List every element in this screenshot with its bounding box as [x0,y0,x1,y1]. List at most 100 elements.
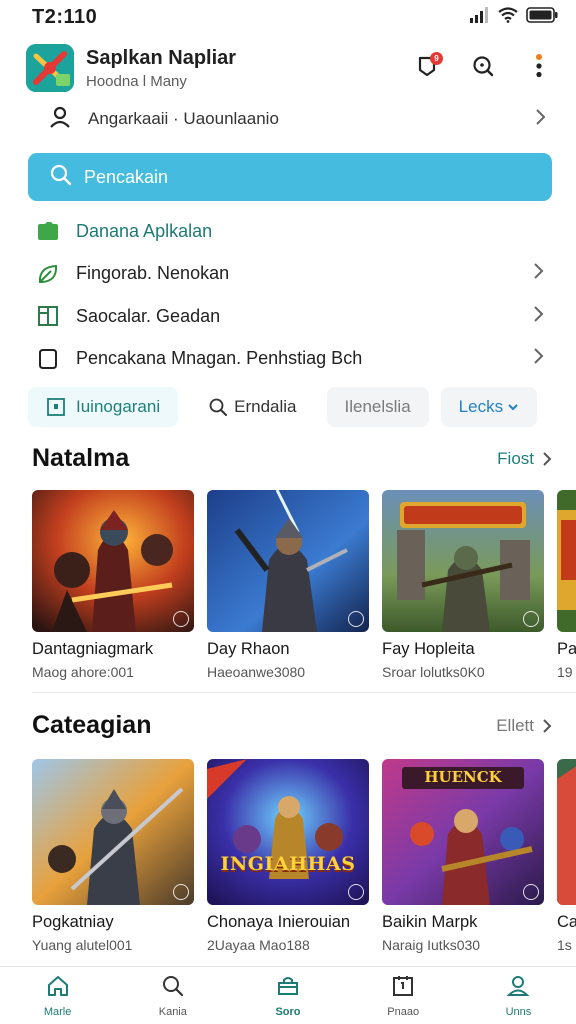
game-card[interactable]: Pogkatniay Yuang alutel001 [32,759,194,953]
card-title: Ca [557,913,576,931]
game-card[interactable]: Dantagniagmark Maog ahore:001 [32,490,194,680]
nav-label: Pnaao [387,1005,420,1018]
search-bar[interactable] [28,153,552,201]
game-card[interactable]: Day Rhaon Haeoanwe3080 [207,490,369,680]
bottom-navigation: Marle Kania Soro Pnaao Unns [0,966,576,1024]
folder-icon [36,219,60,243]
card-title: Pogkatniay [32,913,114,931]
game-card[interactable]: Fay Hopleita Sroar lolutks0K0 [382,490,544,680]
chevron-right-icon [543,718,552,733]
card-row-cateagian: Pogkatniay Yuang alutel001 INGIAHHAS Cho… [32,759,576,953]
chip-lecks[interactable]: Lecks [440,387,538,427]
menu-item-label: Saocalar. Geadan [76,305,221,326]
card-subtitle: Sroar lolutks0K0 [382,664,485,680]
thumbnail-badge [348,611,364,627]
nav-item-store[interactable]: Soro [230,967,345,1024]
account-row[interactable]: Angarkaaii · Uaounlaanio [0,98,576,140]
card-subtitle: Yuang alutel001 [32,937,133,953]
card-title: Chonaya Inierouian [207,913,351,931]
card-title: Dantagniagmark [32,640,154,658]
profile-icon [506,974,530,1003]
header-actions: 9 [412,52,554,83]
menu-item-saocalar[interactable]: Saocalar. Geadan [0,295,576,338]
chip-label: Ilenelslia [344,397,411,416]
nav-item-library[interactable]: Pnaao [346,967,461,1024]
account-label: Angarkaaii · Uaounlaanio [88,109,279,128]
app-header: Saplkan Napliar Hoodna l Many 9 [0,38,576,98]
game-card[interactable]: HUENCK Baikin Marpk Naraig Iutks030 [382,759,544,953]
game-thumbnail [32,490,194,632]
chip-erndalia[interactable]: Erndalia [190,387,314,427]
nav-label: Marle [43,1005,72,1018]
chip-iuinogarani[interactable]: Iuinogarani [28,387,179,427]
chevron-right-icon [532,262,544,285]
status-time: T2:110 [32,5,98,28]
leaf-icon [36,262,60,286]
game-thumbnail [382,490,544,632]
thumbnail-badge [348,884,364,900]
thumbnail-title-text: INGIAHHAS [220,853,356,875]
menu-list: Danana Aplkalan Fingorab. Nenokan Saocal… [0,210,576,380]
card-subtitle: Haeoanwe3080 [207,664,306,680]
menu-item-fingorab[interactable]: Fingorab. Nenokan [0,253,576,296]
notification-badge: 9 [430,52,443,65]
thumbnail-badge [523,884,539,900]
thumbnail-title-text: HUENCK [424,768,502,786]
app-logo [26,44,74,92]
menu-item-pencakana[interactable]: Pencakana Mnagan. Penhstiag Bch [0,338,576,381]
nav-item-home[interactable]: Marle [0,967,115,1024]
menu-item-label: Fingorab. Nenokan [76,263,230,284]
game-card[interactable]: Ca 1s [557,759,576,953]
thumbnail-badge [173,884,189,900]
menu-item-apps[interactable]: Danana Aplkalan [0,210,576,253]
home-icon [46,974,70,1003]
wifi-icon [498,6,518,28]
book-icon [36,304,60,328]
nav-label: Soro [275,1005,301,1018]
card-title: Fay Hopleita [382,640,475,658]
thumbnail-badge [523,611,539,627]
filter-chip-row: Iuinogarani Erndalia Ilenelslia Lecks [28,386,576,428]
game-thumbnail [207,490,369,632]
nav-item-profile[interactable]: Unns [461,967,576,1024]
menu-item-label: Pencakana Mnagan. Penhstiag Bch [76,348,363,369]
chip-label: Erndalia [234,397,297,416]
card-subtitle: 1s [557,937,572,953]
section-title: Cateagian [32,711,152,739]
notifications-button[interactable]: 9 [412,52,443,83]
chip-label: Lecks [458,397,504,416]
section-link-label: Ellett [496,715,534,735]
nav-item-search[interactable]: Kania [115,967,230,1024]
card-subtitle: Maog ahore:001 [32,664,134,680]
section-header-cateagian: Cateagian Ellett [32,711,552,740]
app-title-block: Saplkan Napliar Hoodna l Many [86,47,412,90]
section-see-all-link[interactable]: Ellett [496,716,552,736]
store-icon [276,974,300,1003]
game-card[interactable]: Pa 19 [557,490,576,680]
card-title: Baikin Marpk [382,913,478,931]
game-card[interactable]: INGIAHHAS Chonaya Inierouian 2Uayaa Mao1… [207,759,369,953]
library-icon [391,974,415,1003]
card-subtitle: 19 [557,664,573,680]
game-thumbnail: INGIAHHAS [207,759,369,905]
card-title: Day Rhaon [207,640,290,658]
game-thumbnail [557,759,576,905]
chevron-right-icon [532,347,544,370]
card-title: Pa [557,640,576,658]
thumbnail-badge [173,611,189,627]
chevron-down-icon [507,402,519,412]
search-input[interactable] [84,166,530,188]
search-button[interactable] [468,53,498,83]
game-thumbnail: HUENCK [382,759,544,905]
chevron-right-icon [534,108,546,131]
chip-ilenelslia[interactable]: Ilenelslia [326,387,429,427]
chat-icon [36,347,60,371]
user-icon [48,105,72,134]
card-subtitle: 2Uayaa Mao188 [207,937,310,953]
square-icon [46,397,66,417]
chevron-right-icon [543,451,552,466]
status-bar: T2:110 [0,0,576,34]
more-options-button[interactable] [524,53,554,83]
search-icon [161,974,185,1003]
section-see-all-link[interactable]: Fiost [497,449,552,469]
